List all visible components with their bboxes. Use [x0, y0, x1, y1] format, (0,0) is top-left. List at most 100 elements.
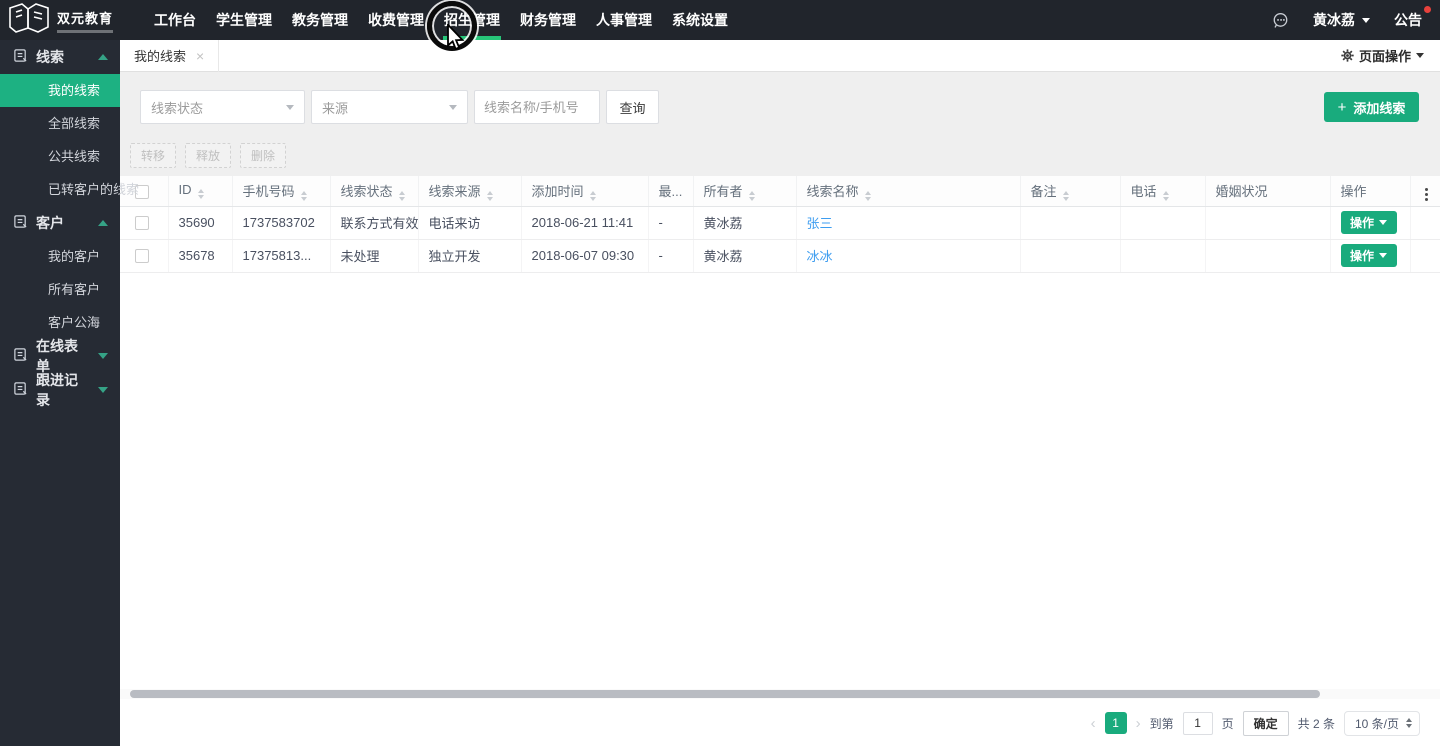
logo-mark-icon — [8, 2, 50, 39]
col-remark[interactable]: 备注 — [1020, 176, 1120, 206]
leads-icon — [13, 48, 28, 66]
lead-status-select[interactable]: 线索状态 — [140, 90, 305, 124]
cell-added-time: 2018-06-21 11:41 — [521, 206, 648, 239]
col-source[interactable]: 线索来源 — [418, 176, 521, 206]
next-page-icon[interactable]: › — [1136, 716, 1141, 731]
sidebar-item-all-leads[interactable]: 全部线索 — [0, 107, 120, 140]
chevron-down-icon — [98, 387, 108, 393]
row-action-button[interactable]: 操作 — [1341, 211, 1397, 234]
row-action-button[interactable]: 操作 — [1341, 244, 1397, 267]
sidebar-group-follow-up[interactable]: 跟进记录 — [0, 373, 120, 407]
sidebar-group-leads[interactable]: 线索 — [0, 40, 120, 74]
chevron-up-icon — [98, 54, 108, 60]
message-icon[interactable] — [1272, 12, 1289, 29]
cell-marital — [1205, 206, 1330, 239]
cell-source: 电话来访 — [418, 206, 521, 239]
sidebar-group-customers[interactable]: 客户 — [0, 206, 120, 240]
cell-latest: - — [648, 239, 693, 272]
sidebar-item-my-customers[interactable]: 我的客户 — [0, 240, 120, 273]
col-telephone[interactable]: 电话 — [1120, 176, 1205, 206]
sort-icon[interactable] — [301, 191, 307, 201]
nav-item-students[interactable]: 学生管理 — [206, 0, 282, 40]
goto-suffix: 页 — [1222, 715, 1234, 732]
top-nav: 双元教育 工作台 学生管理 教务管理 收费管理 招生管理 财务管理 人事管理 系… — [0, 0, 1440, 40]
sort-icon[interactable] — [487, 191, 493, 201]
search-button[interactable]: 查询 — [606, 90, 659, 124]
col-owner[interactable]: 所有者 — [693, 176, 796, 206]
cell-telephone — [1120, 239, 1205, 272]
nav-item-fees[interactable]: 收费管理 — [358, 0, 434, 40]
announcement-link[interactable]: 公告 — [1394, 10, 1422, 30]
sort-icon[interactable] — [1063, 191, 1069, 201]
sort-icon[interactable] — [399, 191, 405, 201]
sidebar-item-all-customers[interactable]: 所有客户 — [0, 273, 120, 306]
goto-page-input[interactable] — [1183, 712, 1213, 735]
release-button[interactable]: 释放 — [185, 143, 231, 168]
sidebar-item-converted-leads[interactable]: 已转客户的线索 — [0, 173, 120, 206]
col-status[interactable]: 线索状态 — [330, 176, 418, 206]
scrollbar-thumb[interactable] — [130, 690, 1320, 698]
sort-icon[interactable] — [1163, 191, 1169, 201]
filter-section: 线索状态 来源 查询 + 添加线索 转移 释放 删除 — [120, 72, 1440, 176]
nav-item-hr[interactable]: 人事管理 — [586, 0, 662, 40]
row-checkbox[interactable] — [135, 216, 149, 230]
user-menu[interactable]: 黄冰荔 — [1313, 10, 1370, 30]
sidebar-item-public-leads[interactable]: 公共线索 — [0, 140, 120, 173]
sort-icon[interactable] — [198, 189, 204, 199]
sort-icon[interactable] — [865, 191, 871, 201]
page-number-button[interactable]: 1 — [1105, 712, 1127, 734]
lead-name-link[interactable]: 张三 — [807, 216, 833, 231]
brand-subtitle — [57, 30, 113, 33]
col-action: 操作 — [1330, 176, 1410, 206]
page-actions-button[interactable]: 页面操作 — [1341, 46, 1440, 65]
row-checkbox[interactable] — [135, 249, 149, 263]
sort-icon[interactable] — [590, 191, 596, 201]
brand-name: 双元教育 — [57, 8, 113, 27]
add-lead-button[interactable]: + 添加线索 — [1324, 92, 1419, 122]
tab-bar: 我的线索 × 页面操作 — [120, 40, 1440, 72]
announcement-label: 公告 — [1394, 12, 1422, 28]
sidebar-group-online-forms[interactable]: 在线表单 — [0, 339, 120, 373]
lead-name-link[interactable]: 冰冰 — [807, 249, 833, 264]
sidebar-item-my-leads[interactable]: 我的线索 — [0, 74, 120, 107]
sort-icon[interactable] — [749, 191, 755, 201]
tab-my-leads[interactable]: 我的线索 × — [120, 40, 219, 72]
keyword-input[interactable] — [474, 90, 600, 124]
nav-item-academics[interactable]: 教务管理 — [282, 0, 358, 40]
col-id[interactable]: ID — [168, 176, 232, 206]
delete-button[interactable]: 删除 — [240, 143, 286, 168]
prev-page-icon[interactable]: ‹ — [1091, 716, 1096, 731]
chevron-down-icon — [1416, 53, 1424, 58]
select-placeholder: 来源 — [322, 98, 348, 117]
page-size-label: 10 条/页 — [1355, 715, 1399, 732]
transfer-button[interactable]: 转移 — [130, 143, 176, 168]
logo: 双元教育 — [0, 2, 140, 39]
col-phone[interactable]: 手机号码 — [232, 176, 330, 206]
total-count: 共 2 条 — [1298, 715, 1335, 732]
cell-added-time: 2018-06-07 09:30 — [521, 239, 648, 272]
col-lead-name[interactable]: 线索名称 — [796, 176, 1020, 206]
row-action-label: 操作 — [1350, 247, 1374, 264]
forms-icon — [13, 347, 28, 365]
cell-telephone — [1120, 206, 1205, 239]
chevron-down-icon — [1379, 253, 1387, 258]
table-row: 35690 1737583702 联系方式有效 电话来访 2018-06-21 … — [120, 206, 1440, 239]
cell-phone: 1737583702 — [232, 206, 330, 239]
nav-item-settings[interactable]: 系统设置 — [662, 0, 738, 40]
sidebar: 线索 我的线索 全部线索 公共线索 已转客户的线索 客户 我的客户 所有客户 客… — [0, 40, 120, 746]
page-size-select[interactable]: 10 条/页 — [1344, 711, 1420, 736]
nav-item-workbench[interactable]: 工作台 — [144, 0, 206, 40]
lead-source-select[interactable]: 来源 — [311, 90, 468, 124]
col-added-time[interactable]: 添加时间 — [521, 176, 648, 206]
notification-badge — [1424, 6, 1431, 13]
goto-confirm-button[interactable]: 确定 — [1243, 711, 1289, 736]
nav-item-finance[interactable]: 财务管理 — [510, 0, 586, 40]
tab-label: 我的线索 — [134, 46, 186, 65]
table-header-row: ID 手机号码 线索状态 线索来源 添加时间 最... 所有者 线索名称 备注 … — [120, 176, 1440, 206]
nav-item-admissions[interactable]: 招生管理 — [434, 0, 510, 40]
close-icon[interactable]: × — [196, 49, 204, 63]
sidebar-item-customer-pool[interactable]: 客户公海 — [0, 306, 120, 339]
cell-id: 35678 — [168, 239, 232, 272]
column-settings-icon[interactable] — [1421, 186, 1432, 203]
horizontal-scrollbar — [120, 689, 1440, 699]
